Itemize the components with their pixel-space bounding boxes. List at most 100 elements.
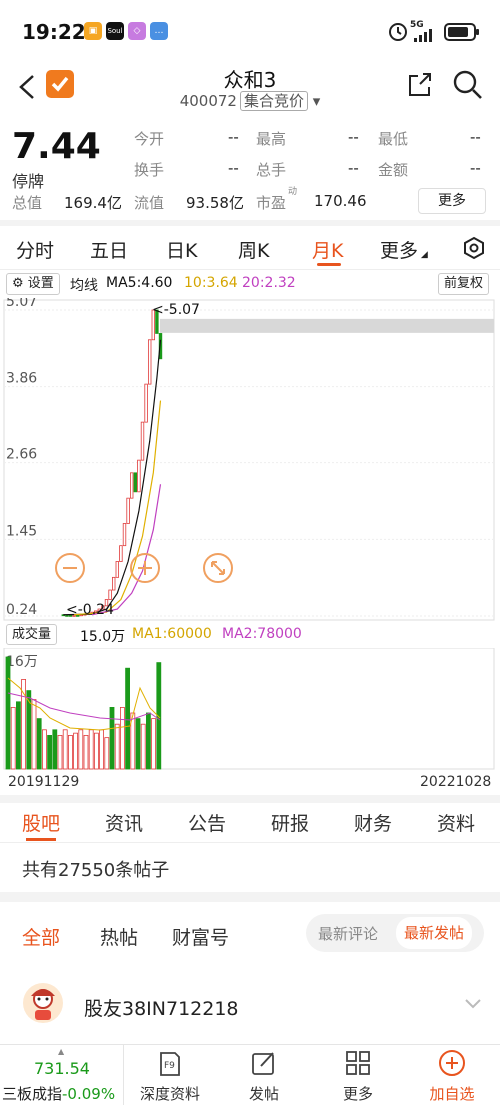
post-count: 共有27550条帖子 bbox=[22, 860, 170, 881]
search-icon[interactable] bbox=[452, 69, 484, 101]
tab-profile[interactable]: 资料 bbox=[437, 809, 475, 836]
fullscreen-icon[interactable] bbox=[202, 552, 234, 584]
candle bbox=[122, 523, 127, 547]
chevron-down-icon[interactable] bbox=[464, 998, 482, 1010]
trading-state: 停牌 bbox=[12, 172, 45, 191]
alarm-icon bbox=[389, 23, 407, 41]
sort-latest-comment[interactable]: 最新评论 bbox=[318, 923, 378, 944]
volume-bar bbox=[15, 701, 21, 770]
dropdown-icon[interactable]: ▾ bbox=[308, 92, 321, 110]
volume-bar bbox=[47, 735, 52, 770]
amount-label: 金额 bbox=[378, 161, 409, 179]
price: 7.44 bbox=[12, 126, 101, 167]
volume-chart[interactable]: 16万 bbox=[0, 648, 500, 770]
nav-f9-data[interactable]: F9 深度资料 bbox=[120, 1045, 220, 1105]
avatar[interactable] bbox=[22, 982, 64, 1024]
tab-finance[interactable]: 财务 bbox=[354, 809, 392, 836]
volume-bar bbox=[31, 699, 37, 770]
volume-bar bbox=[125, 667, 130, 770]
volume-indicator-button[interactable]: 成交量 bbox=[6, 624, 58, 645]
volume-value: 15.0万 bbox=[80, 629, 126, 645]
nav-post-label: 发帖 bbox=[248, 1085, 279, 1103]
low-label: 最低 bbox=[378, 130, 409, 148]
tab-all-posts[interactable]: 全部 bbox=[22, 923, 60, 950]
tab-fortune-accounts[interactable]: 财富号 bbox=[172, 923, 229, 950]
tab-more[interactable]: 更多 ◢ bbox=[380, 236, 428, 263]
zoom-out-icon[interactable] bbox=[54, 552, 86, 584]
candle bbox=[129, 472, 134, 499]
candle bbox=[133, 472, 137, 493]
start-date: 20191129 bbox=[8, 774, 80, 790]
nav-more[interactable]: 更多 bbox=[308, 1045, 408, 1105]
volume-toolbar: 成交量 15.0万 MA1:60000 MA2:78000 bbox=[0, 623, 500, 647]
ma-label: 均线 bbox=[70, 278, 98, 294]
tab-hot-posts[interactable]: 热帖 bbox=[100, 923, 138, 950]
grid-icon bbox=[346, 1051, 370, 1075]
candle bbox=[108, 589, 112, 600]
y-tick-label: 0.24 bbox=[6, 602, 37, 618]
volume-bar bbox=[26, 690, 32, 770]
volume-bar bbox=[83, 735, 89, 770]
high-marker-label: <-5.07 bbox=[152, 302, 200, 318]
post-item[interactable]: 股友38IN712218 bbox=[0, 970, 500, 1042]
content-tabs: 股吧 资讯 公告 研报 财务 资料 bbox=[0, 803, 500, 843]
candle bbox=[144, 383, 148, 423]
gear-icon: ⚙ bbox=[12, 276, 28, 291]
index-ticker[interactable]: ▲ 731.54 三板成指-0.09% bbox=[0, 1045, 124, 1105]
open-label: 今开 bbox=[134, 130, 165, 148]
share-icon[interactable] bbox=[404, 70, 434, 100]
user-name[interactable]: 股友38IN712218 bbox=[84, 994, 239, 1021]
volume-bar bbox=[68, 735, 73, 770]
quote-more-button[interactable]: 更多 bbox=[418, 188, 486, 214]
tab-five-day[interactable]: 五日 bbox=[90, 236, 128, 263]
chart-settings-button[interactable]: ⚙ 设置 bbox=[6, 273, 60, 295]
chart-toolbar: ⚙ 设置 均线 MA5:4.60 10:3.64 20:2.32 前复权 bbox=[0, 272, 500, 298]
date-range: 20191129 20221028 bbox=[0, 772, 500, 794]
limit-band bbox=[160, 318, 494, 333]
tab-weekly-k[interactable]: 周K bbox=[238, 236, 269, 263]
trading-mode-tag[interactable]: 集合竞价 bbox=[239, 91, 308, 111]
bottom-nav: ▲ 731.54 三板成指-0.09% F9 深度资料 发帖 更多 加自选 bbox=[0, 1044, 500, 1105]
battery-icon bbox=[444, 23, 479, 41]
candle bbox=[112, 576, 116, 591]
zoom-in-icon[interactable] bbox=[129, 552, 161, 584]
turnover-label: 换手 bbox=[134, 161, 165, 179]
quote-panel: 7.44 停牌 今开 -- 最高 -- 最低 -- 换手 -- 总手 -- 金额… bbox=[0, 122, 500, 218]
volume-bar bbox=[10, 707, 16, 770]
y-tick-label: 1.45 bbox=[6, 523, 37, 539]
tab-monthly-k[interactable]: 月K bbox=[312, 236, 343, 263]
tab-daily-k[interactable]: 日K bbox=[166, 236, 197, 263]
signal-icon bbox=[414, 29, 432, 42]
total-value: 169.4亿 bbox=[64, 194, 122, 212]
tab-announcements[interactable]: 公告 bbox=[188, 809, 226, 836]
sort-latest-post[interactable]: 最新发帖 bbox=[396, 917, 473, 949]
stock-code: 400072 bbox=[179, 92, 237, 110]
nav-more-label: 更多 bbox=[342, 1085, 373, 1103]
active-tab-indicator bbox=[317, 263, 341, 266]
nav-add-watchlist-label: 加自选 bbox=[429, 1085, 475, 1103]
low-value: -- bbox=[470, 128, 481, 146]
index-value: 731.54 bbox=[34, 1059, 90, 1078]
volume-bar bbox=[104, 737, 110, 770]
screen: 19:22 ▣ Soul ◇ … 5G 众和3 400072 集合竞价 ▾ 7.4… bbox=[0, 0, 500, 1105]
tab-news[interactable]: 资讯 bbox=[105, 809, 143, 836]
volume-bar bbox=[135, 718, 141, 770]
chart-settings-icon[interactable] bbox=[462, 236, 486, 260]
volume-bar bbox=[36, 718, 42, 770]
candle bbox=[147, 339, 152, 385]
amount-value: -- bbox=[470, 159, 481, 177]
nav-post[interactable]: 发帖 bbox=[214, 1045, 314, 1105]
tab-research[interactable]: 研报 bbox=[271, 809, 309, 836]
divider bbox=[0, 892, 500, 902]
y-tick-label: 5.07 bbox=[6, 298, 37, 310]
end-date: 20221028 bbox=[420, 774, 492, 790]
adjust-button[interactable]: 前复权 bbox=[438, 273, 490, 295]
tab-guba[interactable]: 股吧 bbox=[22, 809, 60, 836]
float-value: 93.58亿 bbox=[186, 194, 244, 212]
f9-document-icon: F9 bbox=[160, 1052, 180, 1076]
volume-axis-label: 16万 bbox=[6, 654, 38, 670]
nav-add-watchlist[interactable]: 加自选 bbox=[402, 1045, 500, 1105]
candle bbox=[119, 545, 123, 562]
status-time: 19:22 bbox=[22, 20, 86, 44]
tab-intraday[interactable]: 分时 bbox=[16, 236, 54, 263]
